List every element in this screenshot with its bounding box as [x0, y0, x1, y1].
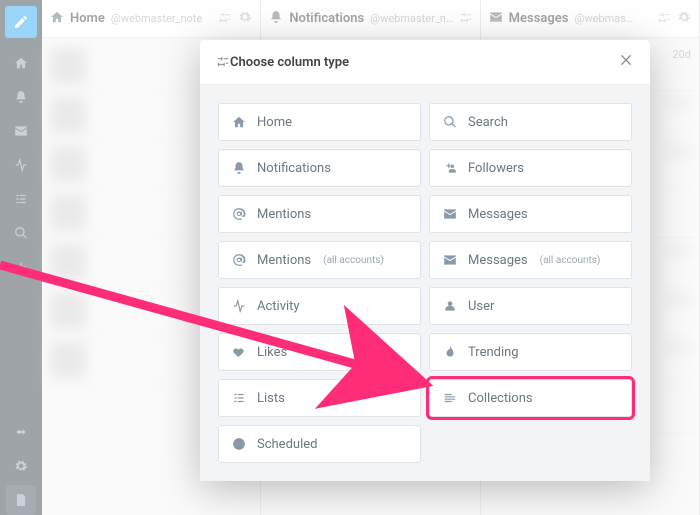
tile-label: Scheduled [257, 437, 317, 452]
column-type-followers[interactable]: Followers [429, 149, 632, 187]
collections-icon [442, 391, 458, 405]
column-type-home[interactable]: Home [218, 103, 421, 141]
lists-icon [231, 391, 247, 405]
tile-label: Collections [468, 391, 533, 406]
tile-sublabel: (all accounts) [323, 255, 384, 266]
tile-label: Messages [468, 253, 528, 268]
tile-label: Home [257, 115, 292, 130]
column-type-activity[interactable]: Activity [218, 287, 421, 325]
column-type-trending[interactable]: Trending [429, 333, 632, 371]
tile-label: Trending [468, 345, 519, 360]
search-icon [442, 115, 458, 129]
activity-icon [231, 299, 247, 313]
tile-label: Likes [257, 345, 287, 360]
tile-label: Followers [468, 161, 524, 176]
column-type-messages[interactable]: Messages (all accounts) [429, 241, 632, 279]
scheduled-icon [231, 437, 247, 451]
messages-icon [442, 207, 458, 221]
column-type-search[interactable]: Search [429, 103, 632, 141]
tile-label: Mentions [257, 207, 311, 222]
column-type-scheduled[interactable]: Scheduled [218, 425, 421, 463]
tile-label: Messages [468, 207, 528, 222]
tile-sublabel: (all accounts) [540, 255, 601, 266]
tile-label: Lists [257, 391, 285, 406]
tile-label: User [468, 299, 494, 314]
add-column-modal: Choose column type Home Search Notificatio… [200, 40, 650, 481]
column-type-mentions[interactable]: Mentions [218, 195, 421, 233]
messages-icon [442, 253, 458, 267]
column-type-lists[interactable]: Lists [218, 379, 421, 417]
modal-title: Choose column type [230, 55, 349, 70]
tile-label: Notifications [257, 161, 331, 176]
column-type-user[interactable]: User [429, 287, 632, 325]
column-type-likes[interactable]: Likes [218, 333, 421, 371]
close-icon[interactable] [618, 52, 634, 72]
trending-icon [442, 345, 458, 359]
user-icon [442, 299, 458, 313]
column-type-collections[interactable]: Collections [429, 379, 632, 417]
column-type-notifications[interactable]: Notifications [218, 149, 421, 187]
at-icon [231, 207, 247, 221]
bell-icon [231, 161, 247, 175]
tile-label: Mentions [257, 253, 311, 268]
heart-icon [231, 345, 247, 359]
followers-icon [442, 161, 458, 175]
column-type-messages[interactable]: Messages [429, 195, 632, 233]
at-icon [231, 253, 247, 267]
column-type-mentions[interactable]: Mentions (all accounts) [218, 241, 421, 279]
modal-header-icon [216, 53, 230, 72]
tile-label: Search [468, 115, 508, 130]
tile-label: Activity [257, 299, 300, 314]
home-icon [231, 115, 247, 129]
